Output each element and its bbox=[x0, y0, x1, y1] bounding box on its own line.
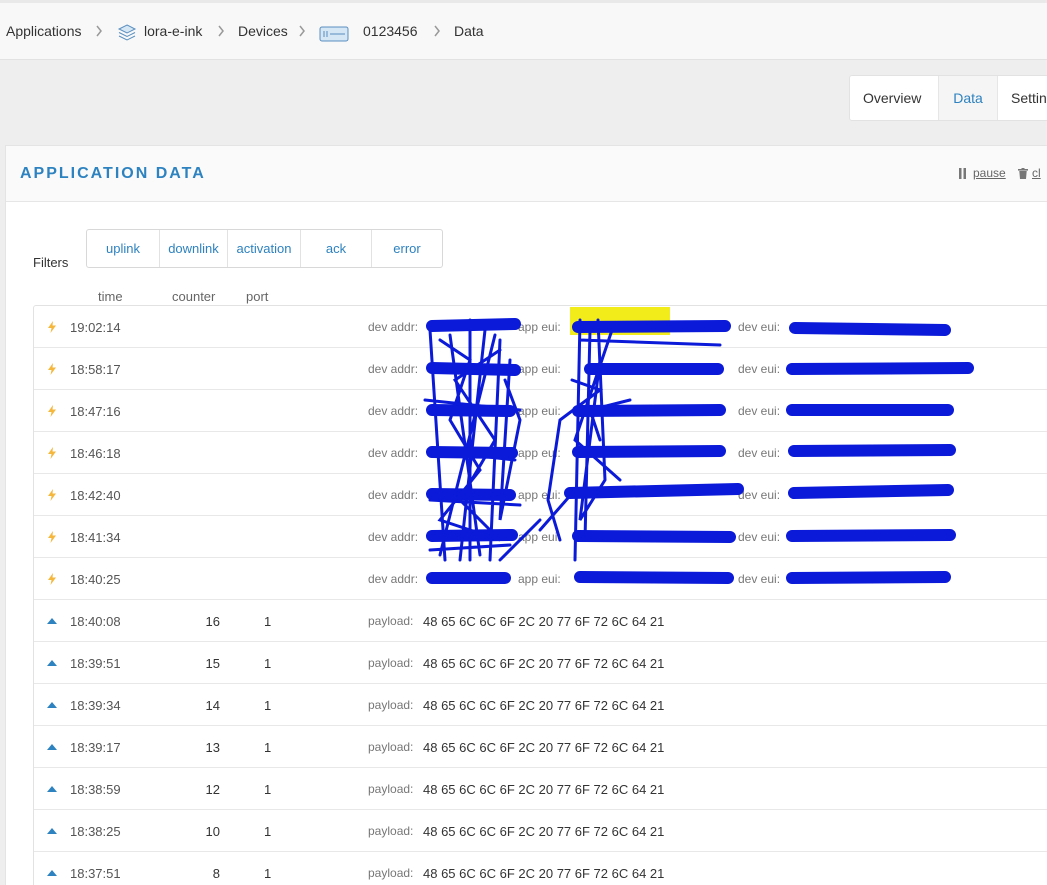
uplink-arrow-icon bbox=[47, 828, 57, 834]
card-header: APPLICATION DATA pause cl bbox=[6, 146, 1047, 202]
filter-uplink[interactable]: uplink bbox=[87, 230, 160, 267]
chevron-right-icon bbox=[299, 25, 305, 37]
lightning-icon bbox=[48, 363, 56, 375]
table-row[interactable]: 18:58:17 dev addr: app eui: dev eui: bbox=[34, 348, 1047, 390]
lightning-icon bbox=[48, 447, 56, 459]
table-row[interactable]: 18:37:51 8 1 payload: 48 65 6C 6C 6F 2C … bbox=[34, 852, 1047, 885]
uplink-arrow-icon bbox=[47, 744, 57, 750]
uplink-arrow-icon bbox=[47, 702, 57, 708]
filter-downlink[interactable]: downlink bbox=[160, 230, 228, 267]
column-counter: counter bbox=[172, 289, 216, 304]
table-row[interactable]: 18:40:08 16 1 payload: 48 65 6C 6C 6F 2C… bbox=[34, 600, 1047, 642]
filter-error[interactable]: error bbox=[372, 230, 442, 267]
table-row[interactable]: 18:39:17 13 1 payload: 48 65 6C 6C 6F 2C… bbox=[34, 726, 1047, 768]
lightning-icon bbox=[48, 405, 56, 417]
filters-label: Filters bbox=[33, 255, 69, 270]
pause-icon bbox=[959, 168, 966, 179]
breadcrumb-applications[interactable]: Applications bbox=[6, 23, 82, 39]
column-time: time bbox=[98, 289, 123, 304]
trash-icon bbox=[1018, 168, 1028, 179]
tab-data[interactable]: Data bbox=[938, 76, 998, 120]
table-row[interactable]: 18:42:40 dev addr: app eui: dev eui: bbox=[34, 474, 1047, 516]
breadcrumb-devices[interactable]: Devices bbox=[238, 23, 288, 39]
chevron-right-icon bbox=[434, 25, 440, 37]
device-tabs: Overview Data Settin bbox=[849, 75, 1047, 121]
chevron-right-icon bbox=[218, 25, 224, 37]
table-row[interactable]: 18:46:18 dev addr: app eui: dev eui: bbox=[34, 432, 1047, 474]
pause-label[interactable]: pause bbox=[973, 166, 1006, 180]
column-port: port bbox=[246, 289, 269, 304]
lightning-icon bbox=[48, 573, 56, 585]
table-row[interactable]: 18:47:16 dev addr: app eui: dev eui: bbox=[34, 390, 1047, 432]
filter-group: uplink downlink activation ack error bbox=[86, 229, 443, 268]
lightning-icon bbox=[48, 321, 56, 333]
device-icon bbox=[319, 26, 349, 42]
table-row[interactable]: 18:40:25 dev addr: app eui: dev eui: bbox=[34, 558, 1047, 600]
table-row[interactable]: 18:41:34 dev addr: app eui: dev eui: bbox=[34, 516, 1047, 558]
filter-activation[interactable]: activation bbox=[228, 230, 301, 267]
table-row[interactable]: 18:38:25 10 1 payload: 48 65 6C 6C 6F 2C… bbox=[34, 810, 1047, 852]
clear-label[interactable]: cl bbox=[1032, 166, 1041, 180]
table-row[interactable]: 18:38:59 12 1 payload: 48 65 6C 6C 6F 2C… bbox=[34, 768, 1047, 810]
data-table: 19:02:14 dev addr: app eui: dev eui: 18:… bbox=[33, 305, 1047, 885]
table-row[interactable]: 19:02:14 dev addr: app eui: dev eui: bbox=[34, 306, 1047, 348]
breadcrumb-current: Data bbox=[454, 23, 484, 39]
lightning-icon bbox=[48, 489, 56, 501]
breadcrumb-device[interactable]: 0123456 bbox=[363, 23, 418, 39]
tab-settings[interactable]: Settin bbox=[1011, 76, 1047, 120]
uplink-arrow-icon bbox=[47, 870, 57, 876]
breadcrumb: Applications lora-e-ink Devices 0123456 … bbox=[0, 0, 1047, 60]
card-title: APPLICATION DATA bbox=[20, 165, 206, 182]
uplink-arrow-icon bbox=[47, 786, 57, 792]
table-row[interactable]: 18:39:51 15 1 payload: 48 65 6C 6C 6F 2C… bbox=[34, 642, 1047, 684]
chevron-right-icon bbox=[96, 25, 102, 37]
lightning-icon bbox=[48, 531, 56, 543]
breadcrumb-app[interactable]: lora-e-ink bbox=[144, 23, 202, 39]
table-row[interactable]: 18:39:34 14 1 payload: 48 65 6C 6C 6F 2C… bbox=[34, 684, 1047, 726]
filter-ack[interactable]: ack bbox=[301, 230, 372, 267]
uplink-arrow-icon bbox=[47, 618, 57, 624]
tab-overview[interactable]: Overview bbox=[863, 76, 921, 120]
uplink-arrow-icon bbox=[47, 660, 57, 666]
layers-icon bbox=[117, 24, 137, 41]
